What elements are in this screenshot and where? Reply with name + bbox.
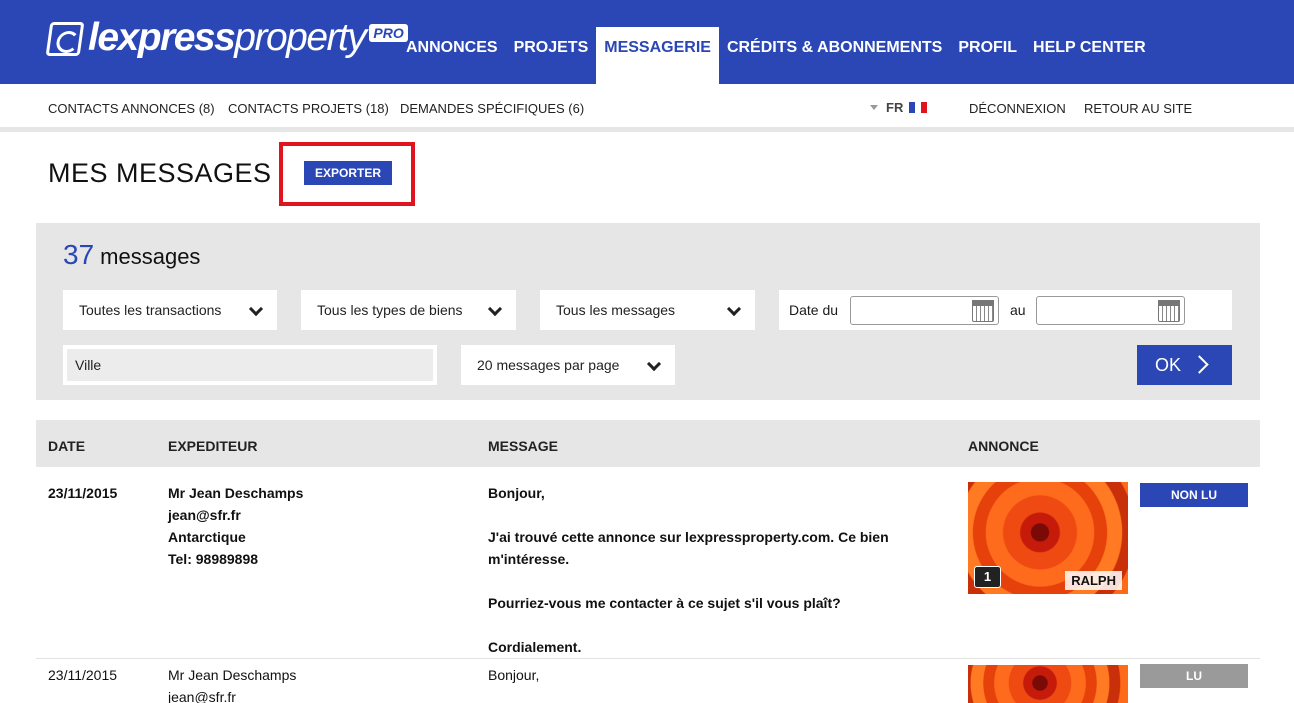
nav-profil[interactable]: PROFIL xyxy=(950,27,1025,84)
photo-count-badge: 1 xyxy=(974,566,1001,588)
calendar-icon[interactable] xyxy=(1158,300,1180,322)
sub-nav: CONTACTS ANNONCES (8) CONTACTS PROJETS (… xyxy=(0,84,1294,132)
ok-button-label: OK xyxy=(1155,355,1182,375)
header-listing[interactable]: ANNONCE xyxy=(968,438,1039,454)
sender-location: Antarctique xyxy=(168,529,246,545)
language-code: FR xyxy=(886,100,904,115)
date-to-field[interactable] xyxy=(1036,296,1185,325)
subnav-contacts-annonces[interactable]: CONTACTS ANNONCES (8) xyxy=(48,101,215,116)
message-request: Pourriez-vous me contacter à ce sujet s'… xyxy=(488,595,841,611)
filter-panel: 37 messages Toutes les transactions Tous … xyxy=(36,223,1260,400)
french-flag-icon xyxy=(909,102,928,113)
table-row[interactable]: 23/11/2015 Mr Jean Deschamps jean@sfr.fr… xyxy=(36,482,1260,658)
message-count-number: 37 xyxy=(63,239,95,270)
messages-select-value: Tous les messages xyxy=(556,302,676,318)
caret-down-icon xyxy=(870,105,878,110)
back-to-site-link[interactable]: RETOUR AU SITE xyxy=(1084,101,1192,116)
sender-email[interactable]: jean@sfr.fr xyxy=(168,504,303,526)
status-badge[interactable]: LU xyxy=(1140,664,1248,688)
header-message[interactable]: MESSAGE xyxy=(488,438,558,454)
date-from-label: Date du xyxy=(789,302,839,318)
date-from-field[interactable] xyxy=(850,296,999,325)
listing-thumbnail[interactable]: 1 RALPH xyxy=(968,482,1128,594)
city-field-wrapper xyxy=(63,345,437,385)
agent-label: RALPH xyxy=(1065,571,1122,590)
row-date: 23/11/2015 xyxy=(48,667,118,683)
sender-email[interactable]: jean@sfr.fr xyxy=(168,686,296,703)
main-nav: ANNONCES PROJETS MESSAGERIE CRÉDITS & AB… xyxy=(398,27,1154,84)
message-greeting: Bonjour, xyxy=(488,485,545,501)
chevron-down-icon xyxy=(487,301,503,317)
chevron-down-icon xyxy=(248,301,264,317)
transactions-select[interactable]: Toutes les transactions xyxy=(63,290,277,330)
message-closing: Cordialement. xyxy=(488,639,582,655)
row-message[interactable]: Bonjour, xyxy=(488,664,908,703)
subnav-demandes-specifiques[interactable]: DEMANDES SPÉCIFIQUES (6) xyxy=(400,101,584,116)
message-count: 37 messages xyxy=(63,239,200,271)
logo-wordmark: lexpressproperty xyxy=(88,16,367,59)
per-page-select-value: 20 messages par page xyxy=(477,357,620,373)
row-sender: Mr Jean Deschamps jean@sfr.fr Antarctiqu… xyxy=(168,482,303,570)
language-selector[interactable]: FR xyxy=(870,100,928,115)
chevron-right-icon xyxy=(1190,355,1209,374)
sender-phone: Tel: 98989898 xyxy=(168,551,259,567)
date-to-label: au xyxy=(1010,302,1026,318)
sender-name: Mr Jean Deschamps xyxy=(168,485,304,501)
status-badge[interactable]: NON LU xyxy=(1140,483,1248,507)
row-message[interactable]: Bonjour, J'ai trouvé cette annonce sur l… xyxy=(488,482,908,680)
message-greeting: Bonjour, xyxy=(488,667,540,683)
export-button[interactable]: EXPORTER xyxy=(304,161,392,185)
row-divider xyxy=(36,658,1260,659)
header-date[interactable]: DATE xyxy=(48,438,85,454)
calendar-icon[interactable] xyxy=(972,300,994,322)
property-types-select[interactable]: Tous les types de biens xyxy=(301,290,516,330)
nav-credits-abonnements[interactable]: CRÉDITS & ABONNEMENTS xyxy=(719,27,950,84)
page-title: MES MESSAGES xyxy=(48,158,272,188)
listing-thumbnail[interactable] xyxy=(968,665,1128,703)
message-body: J'ai trouvé cette annonce sur lexpresspr… xyxy=(488,529,889,567)
date-range: Date du au xyxy=(779,290,1232,330)
per-page-select[interactable]: 20 messages par page xyxy=(461,345,675,385)
header-sender[interactable]: EXPEDITEUR xyxy=(168,438,257,454)
chevron-down-icon xyxy=(646,356,662,372)
city-input[interactable] xyxy=(67,349,433,381)
message-count-label: messages xyxy=(100,244,201,269)
row-sender: Mr Jean Deschamps jean@sfr.fr xyxy=(168,664,296,703)
transactions-select-value: Toutes les transactions xyxy=(79,302,222,318)
nav-annonces[interactable]: ANNONCES xyxy=(398,27,506,84)
nav-projets[interactable]: PROJETS xyxy=(506,27,597,84)
sender-name: Mr Jean Deschamps xyxy=(168,667,297,683)
table-row[interactable]: 23/11/2015 Mr Jean Deschamps jean@sfr.fr… xyxy=(36,664,1260,703)
logout-link[interactable]: DÉCONNEXION xyxy=(969,101,1066,116)
table-header: DATE EXPEDITEUR MESSAGE ANNONCE xyxy=(36,420,1260,467)
nav-help-center[interactable]: HELP CENTER xyxy=(1025,27,1154,84)
subnav-contacts-projets[interactable]: CONTACTS PROJETS (18) xyxy=(228,101,389,116)
chevron-down-icon xyxy=(726,301,742,317)
row-date: 23/11/2015 xyxy=(48,485,118,501)
nav-messagerie[interactable]: MESSAGERIE xyxy=(596,27,719,84)
site-logo[interactable]: lexpressproperty PRO xyxy=(45,16,408,66)
top-header: lexpressproperty PRO ANNONCES PROJETS ME… xyxy=(0,0,1294,84)
property-types-select-value: Tous les types de biens xyxy=(317,302,463,318)
ok-button[interactable]: OK xyxy=(1137,345,1232,385)
logo-house-icon xyxy=(45,22,85,56)
messages-select[interactable]: Tous les messages xyxy=(540,290,755,330)
